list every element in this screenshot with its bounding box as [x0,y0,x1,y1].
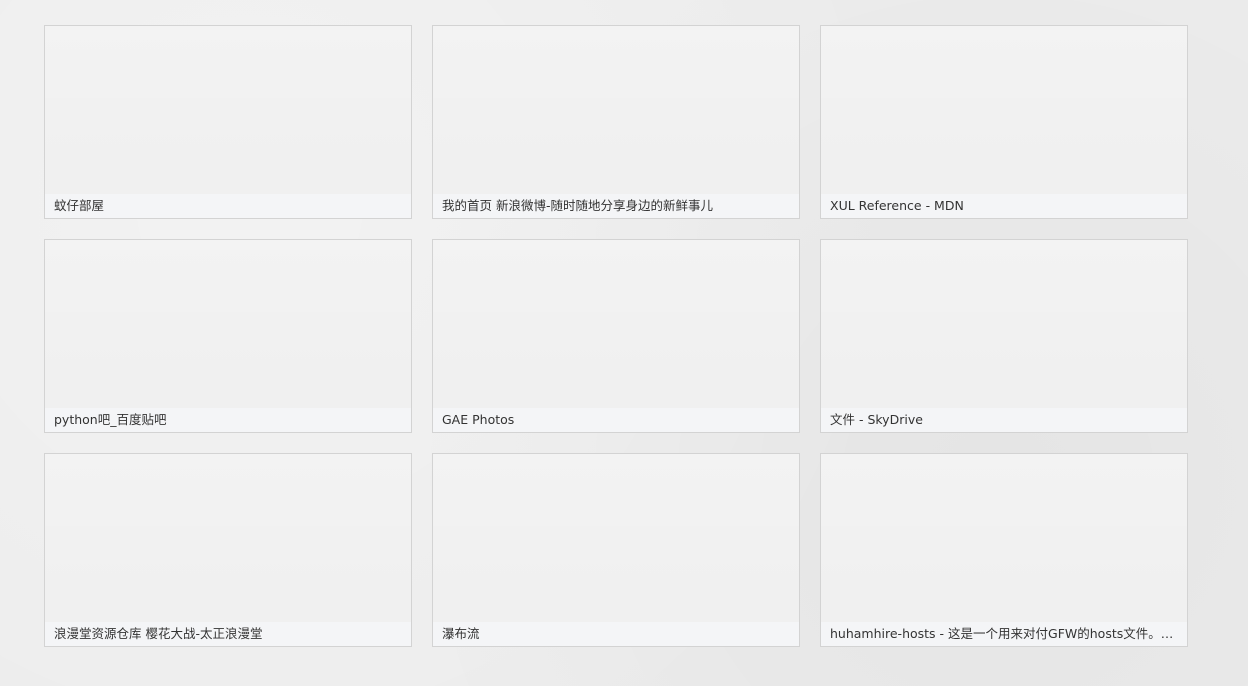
speed-dial-tile[interactable]: XUL Reference - MDN [820,25,1188,219]
tile-thumbnail [433,240,799,408]
tile-title: python吧_百度贴吧 [45,408,411,432]
speed-dial-tile[interactable]: python吧_百度贴吧 [44,239,412,433]
tile-title: XUL Reference - MDN [821,194,1187,218]
tile-thumbnail [821,26,1187,194]
tile-title: 瀑布流 [433,622,799,646]
tile-title: 浪漫堂资源仓库 樱花大战-太正浪漫堂 [45,622,411,646]
tile-title: huhamhire-hosts - 这是一个用来对付GFW的hosts文件。我们… [821,622,1187,646]
tile-thumbnail [433,454,799,622]
speed-dial-tile[interactable]: 浪漫堂资源仓库 樱花大战-太正浪漫堂 [44,453,412,647]
tile-thumbnail [821,240,1187,408]
tile-thumbnail [45,26,411,194]
tile-thumbnail [45,454,411,622]
speed-dial-tile[interactable]: huhamhire-hosts - 这是一个用来对付GFW的hosts文件。我们… [820,453,1188,647]
tile-title: 文件 - SkyDrive [821,408,1187,432]
tile-thumbnail [433,26,799,194]
speed-dial-tile[interactable]: GAE Photos [432,239,800,433]
tile-title: 蚊仔部屋 [45,194,411,218]
tile-title: 我的首页 新浪微博-随时随地分享身边的新鲜事儿 [433,194,799,218]
tile-title: GAE Photos [433,408,799,432]
speed-dial-tile[interactable]: 我的首页 新浪微博-随时随地分享身边的新鲜事儿 [432,25,800,219]
tile-thumbnail [45,240,411,408]
tile-thumbnail [821,454,1187,622]
speed-dial-tile[interactable]: 文件 - SkyDrive [820,239,1188,433]
speed-dial-grid: 蚊仔部屋 我的首页 新浪微博-随时随地分享身边的新鲜事儿 XUL Referen… [44,25,1188,647]
speed-dial-tile[interactable]: 蚊仔部屋 [44,25,412,219]
new-tab-page: 蚊仔部屋 我的首页 新浪微博-随时随地分享身边的新鲜事儿 XUL Referen… [0,0,1248,686]
speed-dial-tile[interactable]: 瀑布流 [432,453,800,647]
